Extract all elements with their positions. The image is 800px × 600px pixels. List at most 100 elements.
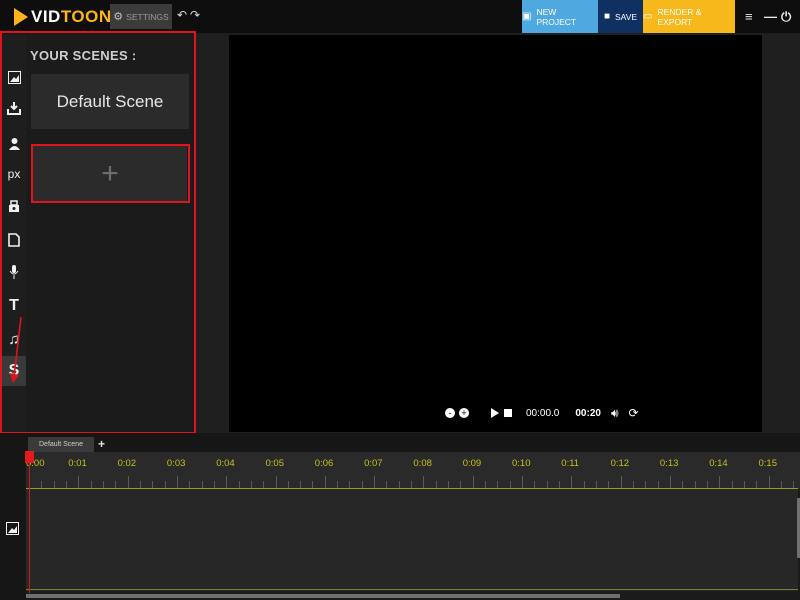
loop-icon[interactable]: ⟳	[629, 406, 639, 420]
ruler-tick	[472, 476, 474, 488]
image-track-icon[interactable]	[6, 522, 19, 538]
playhead-handle[interactable]	[25, 451, 34, 463]
ruler-tick	[645, 481, 647, 488]
preview-canvas[interactable]	[229, 35, 762, 432]
ruler-label: 0:05	[265, 458, 285, 469]
ruler-tick	[176, 476, 178, 488]
ruler-label: 0:11	[561, 458, 580, 469]
ruler-label: 0:14	[709, 458, 728, 469]
ruler-tick	[731, 481, 733, 488]
ruler-tick	[213, 481, 215, 488]
ruler-tick	[620, 476, 622, 488]
zoom-out-button[interactable]: -	[445, 408, 455, 418]
ruler-tick	[485, 481, 487, 488]
ruler-tick	[41, 481, 43, 488]
ruler-tick	[275, 476, 277, 488]
ruler-tick	[337, 481, 339, 488]
ruler-label: 0:06	[314, 458, 334, 469]
ruler-tick	[374, 476, 376, 488]
ruler-tick	[719, 476, 721, 488]
track-area[interactable]	[26, 489, 798, 591]
menu-icon[interactable]: ≡	[745, 9, 753, 24]
ruler-tick	[386, 481, 388, 488]
undo-icon[interactable]: ↶	[177, 8, 187, 22]
ruler-tick	[756, 481, 758, 488]
power-icon[interactable]: ⏻	[781, 9, 791, 25]
track-bottom-line	[26, 589, 798, 590]
ruler-label: 0:09	[462, 458, 482, 469]
ruler-label: 0:08	[413, 458, 432, 469]
ruler-tick	[250, 481, 252, 488]
ruler-tick	[497, 481, 499, 488]
timeline-tabs	[0, 433, 800, 452]
ruler-label: 0:07	[364, 458, 383, 469]
ruler-label: 0:02	[117, 458, 137, 469]
save-label: SAVE	[615, 11, 638, 22]
add-tab-button[interactable]: +	[98, 437, 105, 451]
ruler-label: 0:13	[659, 458, 679, 469]
ruler-label: 0:12	[610, 458, 630, 469]
ruler-tick	[398, 481, 400, 488]
settings-label: SETTINGS	[126, 11, 169, 22]
ruler-tick	[102, 481, 104, 488]
ruler-tick	[558, 481, 560, 488]
horizontal-scrollbar[interactable]	[26, 594, 620, 598]
playhead-line	[29, 463, 30, 593]
ruler-tick	[127, 476, 129, 488]
ruler-tick	[448, 481, 450, 488]
gear-icon: ⚙	[113, 11, 124, 23]
ruler-tick	[65, 481, 67, 488]
logo-text-toon: TOON	[60, 7, 112, 26]
ruler-tick	[632, 481, 634, 488]
tab-default-scene[interactable]: Default Scene	[28, 437, 94, 452]
ruler-tick	[780, 481, 782, 488]
ruler-tick	[324, 476, 326, 488]
ruler-tick	[349, 481, 351, 488]
ruler-tick	[139, 481, 141, 488]
render-export-button[interactable]: ▭ RENDER & EXPORT	[643, 0, 735, 33]
ruler-tick	[682, 481, 684, 488]
redo-icon[interactable]: ↷	[190, 8, 200, 22]
ruler-tick	[238, 481, 240, 488]
ruler-tick	[509, 481, 511, 488]
new-project-button[interactable]: ▣ NEW PROJECT	[522, 0, 598, 33]
ruler-tick	[423, 476, 425, 488]
ruler-tick	[189, 481, 191, 488]
ruler-tick	[522, 476, 523, 488]
settings-button[interactable]: ⚙ SETTINGS	[110, 4, 172, 29]
ruler-tick	[263, 481, 265, 488]
ruler-tick	[300, 481, 302, 488]
ruler-tick	[608, 481, 610, 488]
minimize-icon[interactable]: —	[764, 9, 777, 24]
ruler-label: 0:15	[758, 458, 778, 469]
ruler-label: 0:10	[512, 458, 531, 469]
ruler-tick	[706, 481, 708, 488]
new-project-label: NEW PROJECT	[536, 6, 577, 27]
ruler-tick	[743, 481, 745, 488]
logo-text-vid: VID	[31, 7, 61, 26]
save-button[interactable]: ■ SAVE	[598, 0, 643, 33]
ruler-tick	[571, 476, 573, 488]
ruler-tick	[164, 481, 166, 488]
annotation-arrow	[10, 316, 22, 383]
ruler-tick	[78, 476, 80, 488]
ruler-tick	[287, 481, 289, 488]
total-time: 00:20	[575, 407, 601, 419]
ruler-tick	[53, 481, 55, 488]
ruler-tick	[534, 481, 536, 488]
ruler-tick	[583, 481, 585, 488]
ruler-tick	[768, 476, 770, 488]
volume-icon[interactable]: 🔊︎	[611, 406, 619, 421]
ruler-tick	[201, 481, 203, 488]
ruler-tick	[657, 481, 659, 488]
ruler-tick	[411, 481, 413, 488]
ruler-tick	[226, 476, 228, 488]
ruler-label: 0:04	[216, 458, 235, 469]
render-export-label: RENDER & EXPORT	[657, 6, 702, 27]
highlight-box-panel	[0, 31, 196, 434]
play-icon[interactable]	[491, 408, 499, 418]
stop-icon[interactable]	[504, 409, 512, 417]
ruler-tick	[152, 481, 154, 488]
ruler-tick	[115, 481, 117, 488]
zoom-in-button[interactable]: +	[459, 408, 469, 418]
